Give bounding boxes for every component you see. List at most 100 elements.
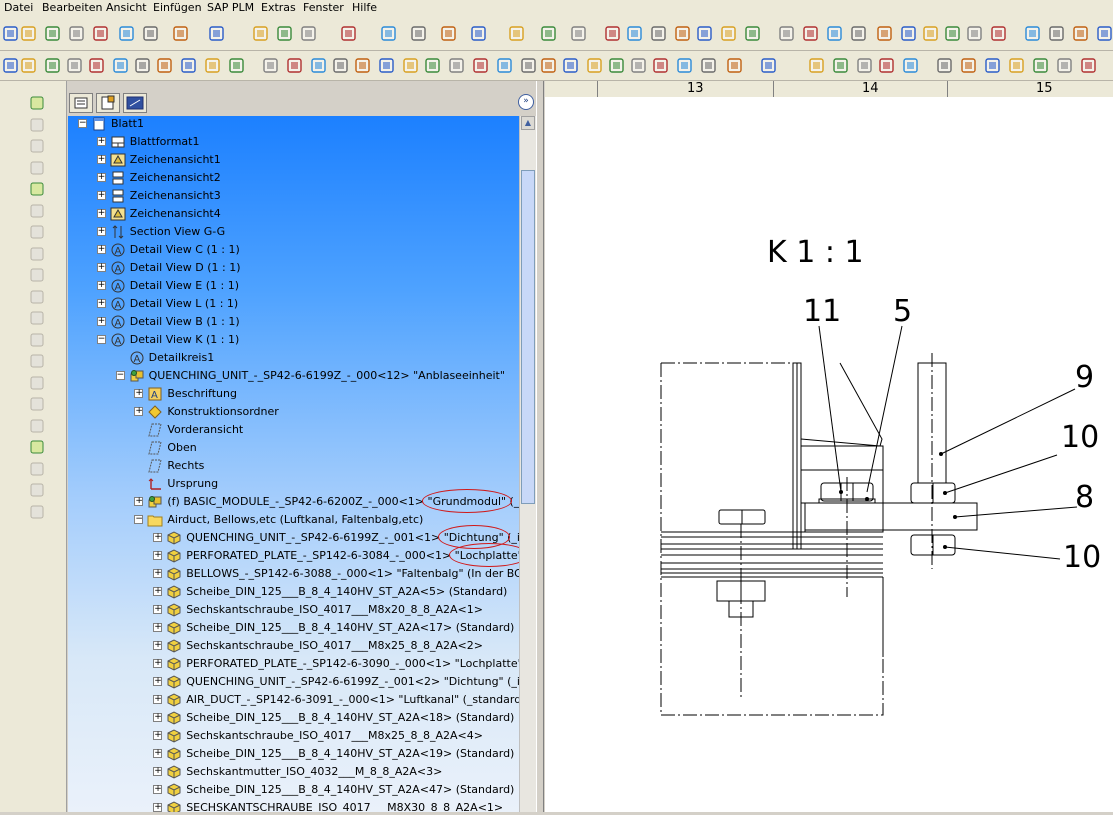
drawing-toolbar-button-38[interactable] xyxy=(902,57,919,74)
tree-item[interactable]: + Zeichenansicht4 xyxy=(68,206,519,222)
drawing-toolbar-button-23[interactable] xyxy=(520,57,537,74)
standard-toolbar-button-12[interactable] xyxy=(300,25,317,42)
drawing-toolbar-button-44[interactable] xyxy=(1056,57,1073,74)
left-tool-button-11[interactable] xyxy=(29,310,45,326)
menu-item-einf-gen[interactable]: Einfügen xyxy=(153,1,202,14)
standard-toolbar-button-41[interactable] xyxy=(1096,25,1113,42)
standard-toolbar-button-5[interactable] xyxy=(92,25,109,42)
expand-toggle[interactable]: + xyxy=(153,587,163,596)
drawing-toolbar-button-16[interactable] xyxy=(354,57,371,74)
tree-item[interactable]: + Zeichenansicht3 xyxy=(68,188,519,204)
tree-item[interactable]: + Zeichenansicht2 xyxy=(68,170,519,186)
collapse-toggle[interactable]: − xyxy=(78,119,87,128)
tree-item[interactable]: + Konstruktionsordner xyxy=(68,404,519,420)
tree-item[interactable]: + Sechskantschraube_ISO_4017___M8x20_8_8_… xyxy=(68,602,519,618)
standard-toolbar-button-1[interactable] xyxy=(2,25,19,42)
standard-toolbar-button-18[interactable] xyxy=(508,25,525,42)
drawing-toolbar-button-3[interactable] xyxy=(44,57,61,74)
standard-toolbar-button-14[interactable] xyxy=(380,25,397,42)
standard-toolbar-button-24[interactable] xyxy=(674,25,691,42)
standard-toolbar-button-39[interactable] xyxy=(1048,25,1065,42)
expand-toggle[interactable]: + xyxy=(96,317,106,326)
standard-toolbar-button-28[interactable] xyxy=(778,25,795,42)
left-tool-button-9[interactable] xyxy=(29,267,45,283)
drawing-toolbar-button-42[interactable] xyxy=(1008,57,1025,74)
left-tool-button-14[interactable] xyxy=(29,375,45,391)
tree-item[interactable]: − Blatt1 xyxy=(68,116,519,132)
standard-toolbar-button-37[interactable] xyxy=(990,25,1007,42)
standard-toolbar-button-35[interactable] xyxy=(944,25,961,42)
standard-toolbar-button-23[interactable] xyxy=(650,25,667,42)
menu-item-ansicht[interactable]: Ansicht xyxy=(106,1,147,14)
standard-toolbar-button-21[interactable] xyxy=(604,25,621,42)
left-tool-button-5[interactable] xyxy=(29,181,45,197)
tree-item[interactable]: + SECHSKANTSCHRAUBE_ISO_4017___M8X30_8_8_… xyxy=(68,800,519,812)
drawing-toolbar-button-29[interactable] xyxy=(652,57,669,74)
menu-item-datei[interactable]: Datei xyxy=(4,1,33,14)
detail-view-k[interactable]: K 1 : 1 11 5 9 10 8 10 xyxy=(545,97,1113,812)
expand-toggle[interactable]: + xyxy=(153,623,163,632)
menu-item-sap-plm[interactable]: SAP PLM xyxy=(207,1,254,14)
standard-toolbar-button-27[interactable] xyxy=(744,25,761,42)
drawing-toolbar-button-19[interactable] xyxy=(424,57,441,74)
left-tool-button-6[interactable] xyxy=(29,203,45,219)
expand-toggle[interactable]: + xyxy=(153,659,163,668)
drawing-toolbar-button-27[interactable] xyxy=(608,57,625,74)
left-tool-button-4[interactable] xyxy=(29,160,45,176)
tree-item[interactable]: + Scheibe_DIN_125___B_8_4_140HV_ST_A2A<19… xyxy=(68,746,519,762)
drawing-toolbar-button-34[interactable] xyxy=(808,57,825,74)
scroll-thumb[interactable] xyxy=(521,170,535,504)
tab-config-manager[interactable] xyxy=(123,93,147,113)
standard-toolbar-button-17[interactable] xyxy=(470,25,487,42)
expand-toggle[interactable]: + xyxy=(153,569,163,578)
drawing-toolbar-button-9[interactable] xyxy=(180,57,197,74)
expand-toggle[interactable]: + xyxy=(153,641,163,650)
expand-toggle[interactable]: + xyxy=(134,407,144,416)
tree-item[interactable]: + A Beschriftung xyxy=(68,386,519,402)
standard-toolbar-button-4[interactable] xyxy=(68,25,85,42)
tree-item[interactable]: + Section View G-G xyxy=(68,224,519,240)
drawing-toolbar-button-30[interactable] xyxy=(676,57,693,74)
expand-toggle[interactable]: + xyxy=(153,713,163,722)
tree-item[interactable]: + A Detail View E (1 : 1) xyxy=(68,278,519,294)
drawing-toolbar-button-43[interactable] xyxy=(1032,57,1049,74)
tree-item[interactable]: + Scheibe_DIN_125___B_8_4_140HV_ST_A2A<5>… xyxy=(68,584,519,600)
expand-toggle[interactable]: + xyxy=(96,299,106,308)
tree-item[interactable]: − QUENCHING_UNIT_-_SP42-6-6199Z_-_000<12>… xyxy=(68,368,519,384)
expand-toggle[interactable]: + xyxy=(153,731,163,740)
left-tool-button-13[interactable] xyxy=(29,353,45,369)
menu-item-extras[interactable]: Extras xyxy=(261,1,296,14)
drawing-toolbar-button-15[interactable] xyxy=(332,57,349,74)
expand-toggle[interactable]: + xyxy=(153,551,163,560)
drawing-toolbar-button-4[interactable] xyxy=(66,57,83,74)
expand-toggle[interactable]: + xyxy=(96,263,106,272)
standard-toolbar-button-22[interactable] xyxy=(626,25,643,42)
collapse-toggle[interactable]: − xyxy=(115,371,125,380)
expand-toggle[interactable]: + xyxy=(153,677,163,686)
drawing-canvas[interactable]: K 1 : 1 11 5 9 10 8 10 xyxy=(545,97,1113,812)
tree-item[interactable]: + Sechskantschraube_ISO_4017___M8x25_8_8_… xyxy=(68,638,519,654)
collapse-panel-button[interactable]: » xyxy=(518,94,534,110)
left-tool-button-1[interactable] xyxy=(29,95,45,111)
standard-toolbar-button-29[interactable] xyxy=(802,25,819,42)
tree-item[interactable]: + Zeichenansicht1 xyxy=(68,152,519,168)
standard-toolbar-button-26[interactable] xyxy=(720,25,737,42)
standard-toolbar-button-25[interactable] xyxy=(696,25,713,42)
tree-item[interactable]: − A Detail View K (1 : 1) xyxy=(68,332,519,348)
drawing-toolbar-button-18[interactable] xyxy=(402,57,419,74)
expand-toggle[interactable]: + xyxy=(153,767,163,776)
tab-feature-tree[interactable] xyxy=(69,93,93,113)
left-tool-button-19[interactable] xyxy=(29,482,45,498)
expand-toggle[interactable]: + xyxy=(96,245,106,254)
menu-item-fenster[interactable]: Fenster xyxy=(303,1,344,14)
tree-item[interactable]: + (f) BASIC_MODULE_-_SP42-6-6200Z_-_000<1… xyxy=(68,494,519,510)
tree-item[interactable]: + A Detail View C (1 : 1) xyxy=(68,242,519,258)
drawing-toolbar-button-40[interactable] xyxy=(960,57,977,74)
panel-splitter[interactable] xyxy=(536,81,544,812)
tree-item[interactable]: + A Detail View D (1 : 1) xyxy=(68,260,519,276)
standard-toolbar-button-38[interactable] xyxy=(1024,25,1041,42)
standard-toolbar-button-15[interactable] xyxy=(410,25,427,42)
standard-toolbar-button-13[interactable] xyxy=(340,25,357,42)
standard-toolbar-button-16[interactable] xyxy=(440,25,457,42)
left-tool-button-16[interactable] xyxy=(29,418,45,434)
